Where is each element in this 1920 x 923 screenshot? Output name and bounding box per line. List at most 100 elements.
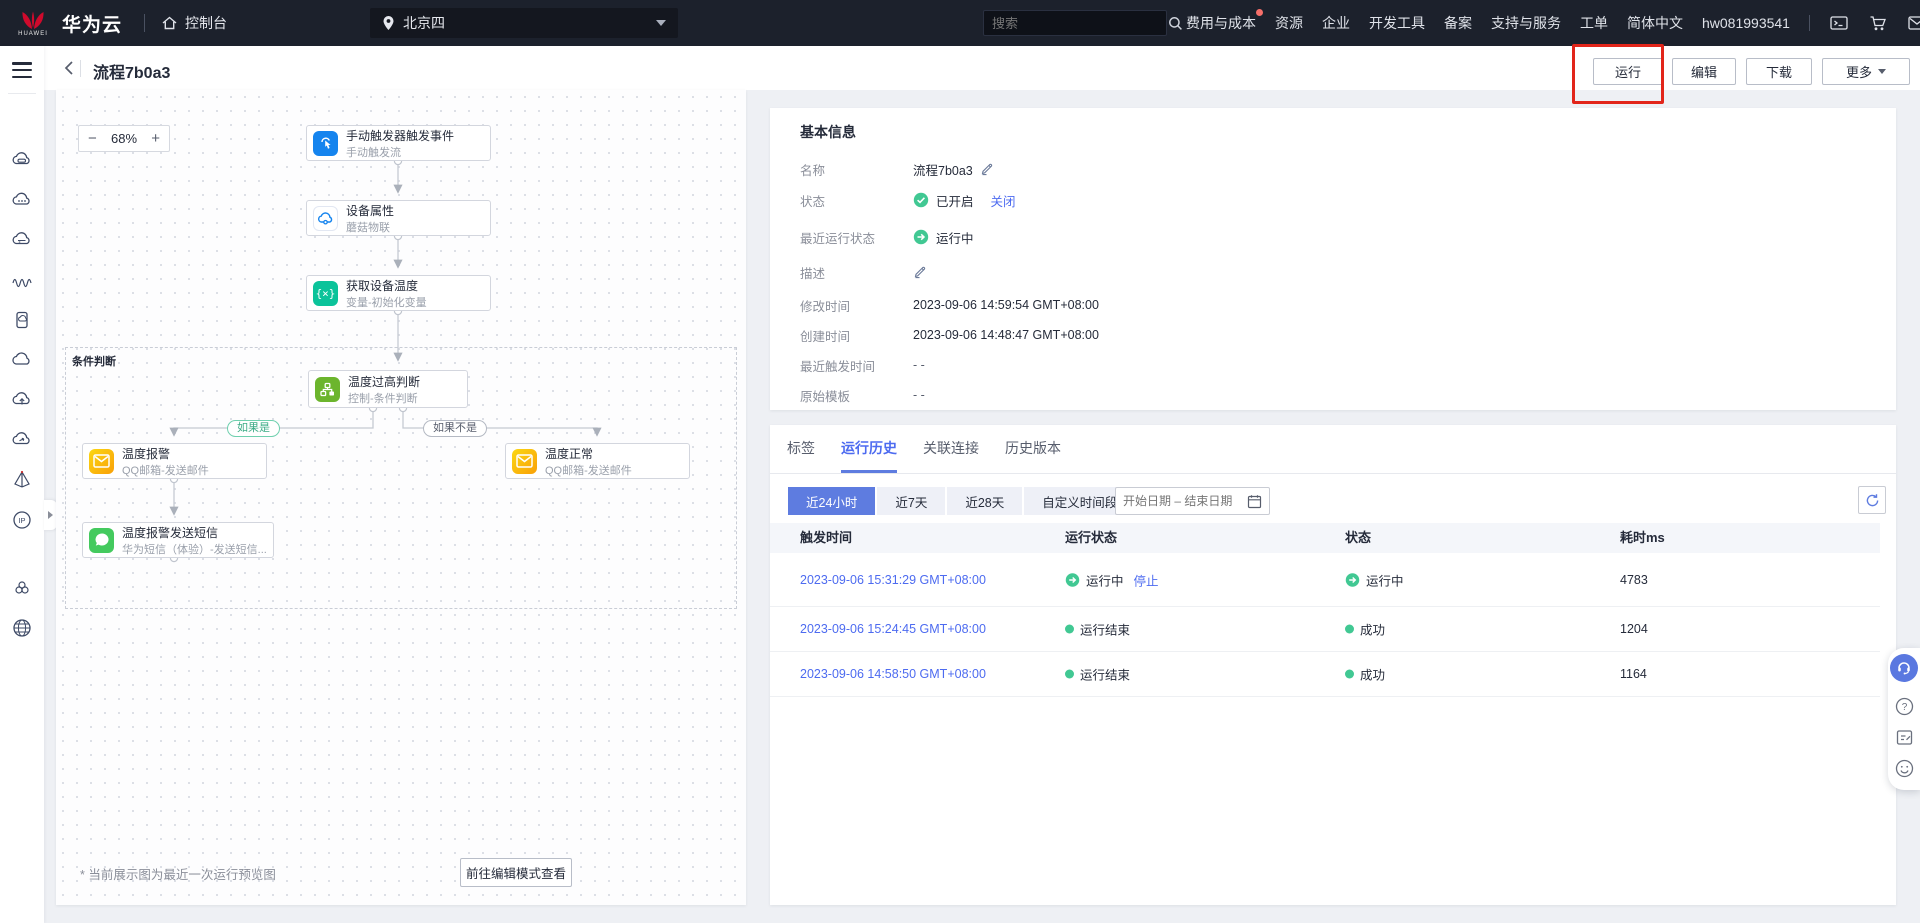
sidebar-cloud-icon[interactable] (10, 348, 34, 372)
flow-node-temp-alarm-mail[interactable]: 温度报警 QQ邮箱-发送邮件 (82, 443, 267, 479)
stop-run-link[interactable]: 停止 (1134, 570, 1159, 589)
flow-node-get-temperature[interactable]: {×} 获取设备温度 变量-初始化变量 (306, 275, 491, 311)
flow-node-condition-check[interactable]: 温度过高判断 控制-条件判断 (308, 370, 468, 408)
more-label: 更多 (1845, 65, 1872, 80)
tab-history-versions[interactable]: 历史版本 (1005, 425, 1061, 473)
sidebar-waves-icon[interactable] (10, 268, 34, 292)
nav-item-language[interactable]: 简体中文 (1627, 13, 1683, 33)
disable-flow-link[interactable]: 关闭 (991, 191, 1016, 210)
console-link[interactable]: 控制台 (161, 13, 227, 33)
nav-item-enterprise[interactable]: 企业 (1322, 13, 1350, 33)
run-detail-link[interactable]: 2023-09-06 15:24:45 GMT+08:00 (800, 622, 986, 636)
run-detail-link[interactable]: 2023-09-06 14:58:50 GMT+08:00 (800, 667, 986, 681)
run-detail-link[interactable]: 2023-09-06 15:31:29 GMT+08:00 (800, 573, 986, 587)
menu-hamburger-icon[interactable] (12, 62, 32, 78)
flow-preview-canvas[interactable]: − 68% + 条件判断 手动触发器触发事件 手动触发流 设备属性 蘑菇物联 {×}… (56, 90, 746, 905)
sidebar-cloud-server-icon[interactable] (10, 148, 34, 172)
info-row-last-trigger: 最近触发时间 - - (800, 355, 925, 375)
support-headset-button[interactable] (1890, 654, 1918, 682)
download-button[interactable]: 下载 (1746, 58, 1812, 85)
title-divider (80, 60, 81, 77)
run-status-text: 运行中 (1086, 574, 1124, 588)
refresh-button[interactable] (1858, 486, 1886, 514)
filter-24h-button[interactable]: 近24小时 (788, 487, 876, 515)
nav-item-support[interactable]: 支持与服务 (1491, 13, 1561, 33)
flow-node-send-sms[interactable]: 温度报警发送短信 华为短信（体验）-发送短信... (82, 522, 274, 558)
search-icon[interactable] (1168, 16, 1183, 31)
nav-item-billing[interactable]: 费用与成本 (1186, 9, 1263, 33)
success-dot-icon (1065, 669, 1074, 679)
node-title: 设备属性 (346, 203, 395, 218)
sidebar-user-group-icon[interactable] (10, 576, 34, 600)
flow-node-temp-normal-mail[interactable]: 温度正常 QQ邮箱-发送邮件 (505, 443, 690, 479)
date-range-field[interactable] (1123, 494, 1243, 508)
mail-envelope-icon (89, 448, 114, 474)
sidebar-globe-icon[interactable] (10, 616, 34, 640)
edit-name-pencil-icon[interactable] (980, 162, 994, 176)
region-selector[interactable]: 北京四 (370, 8, 678, 38)
check-circle-icon (913, 192, 929, 208)
nav-item-resources[interactable]: 资源 (1275, 13, 1303, 33)
info-row-description: 描述 (800, 262, 927, 282)
sidebar-mobile-device-icon[interactable] (10, 308, 34, 332)
node-subtitle: 蘑菇物联 (346, 221, 390, 234)
node-subtitle: QQ邮箱-发送邮件 (545, 464, 632, 477)
nav-item-account[interactable]: hw081993541 (1702, 15, 1790, 31)
info-row-template: 原始模板 - - (800, 385, 925, 405)
nav-item-devtools[interactable]: 开发工具 (1369, 13, 1425, 33)
date-range-input[interactable] (1115, 487, 1270, 515)
tab-connections[interactable]: 关联连接 (923, 425, 979, 473)
flow-node-device-property[interactable]: 设备属性 蘑菇物联 (306, 200, 491, 236)
tab-labels[interactable]: 标签 (787, 425, 815, 473)
title-bar: 流程7b0a3 运行 编辑 下载 更多 (44, 46, 1920, 90)
feedback-note-button[interactable] (1895, 728, 1914, 747)
duration-value: 1204 (1620, 622, 1648, 636)
condition-branch-icon (315, 376, 340, 402)
sidebar-cloud-storage-icon[interactable] (10, 228, 34, 252)
nav-divider (144, 14, 146, 32)
search-input[interactable] (992, 15, 1168, 31)
sidebar-cloud-dots-icon[interactable] (10, 188, 34, 212)
node-title: 温度过高判断 (348, 374, 421, 389)
zoom-in-button[interactable]: + (151, 130, 160, 147)
filter-7d-button[interactable]: 近7天 (877, 487, 946, 515)
running-arrow-icon (913, 229, 929, 245)
goto-edit-mode-button[interactable]: 前往编辑模式查看 (460, 858, 572, 887)
sidebar-ip-icon[interactable]: IP (10, 508, 34, 532)
status-text: 成功 (1360, 668, 1386, 683)
sidebar-cloud-sync-icon[interactable] (10, 428, 34, 452)
zoom-out-button[interactable]: − (88, 130, 97, 147)
top-nav: HUAWEI 华为云 控制台 北京四 费用与成本 资源 (0, 0, 1920, 46)
calendar-icon[interactable] (1247, 494, 1262, 509)
run-button[interactable]: 运行 (1593, 58, 1663, 85)
sidebar-cloud-upload-icon[interactable] (10, 388, 34, 412)
edit-button[interactable]: 编辑 (1672, 58, 1736, 85)
created-time-value: 2023-09-06 14:48:47 GMT+08:00 (913, 328, 1099, 342)
flow-node-manual-trigger[interactable]: 手动触发器触发事件 手动触发流 (306, 125, 491, 161)
satisfaction-smiley-button[interactable] (1895, 759, 1914, 778)
info-label: 原始模板 (800, 389, 851, 404)
sidebar-prism-icon[interactable] (10, 468, 34, 492)
global-search[interactable] (983, 10, 1182, 36)
node-subtitle: 华为短信（体验）-发送短信... (122, 543, 267, 556)
branch-label-yes: 如果是 (227, 420, 280, 437)
cart-icon[interactable] (1868, 13, 1888, 33)
nav-item-icp[interactable]: 备案 (1444, 13, 1472, 33)
help-question-button[interactable]: ? (1895, 697, 1914, 716)
duration-value: 4783 (1620, 572, 1648, 587)
notification-dot (1256, 9, 1263, 16)
nav-item-tickets[interactable]: 工单 (1580, 13, 1608, 33)
info-row-name: 名称 流程7b0a3 (800, 159, 994, 179)
duration-value: 1164 (1620, 667, 1647, 681)
edit-description-pencil-icon[interactable] (913, 265, 927, 279)
template-value: - - (913, 388, 925, 402)
info-label: 创建时间 (800, 329, 851, 344)
tabs-row: 标签 运行历史 关联连接 历史版本 (787, 425, 1061, 473)
back-button[interactable] (58, 58, 78, 78)
mail-icon[interactable] (1907, 13, 1920, 33)
cli-terminal-icon[interactable] (1829, 13, 1849, 33)
filter-28d-button[interactable]: 近28天 (947, 487, 1023, 515)
more-button[interactable]: 更多 (1822, 58, 1910, 85)
info-label: 状态 (800, 194, 826, 209)
tab-run-history[interactable]: 运行历史 (841, 425, 897, 473)
